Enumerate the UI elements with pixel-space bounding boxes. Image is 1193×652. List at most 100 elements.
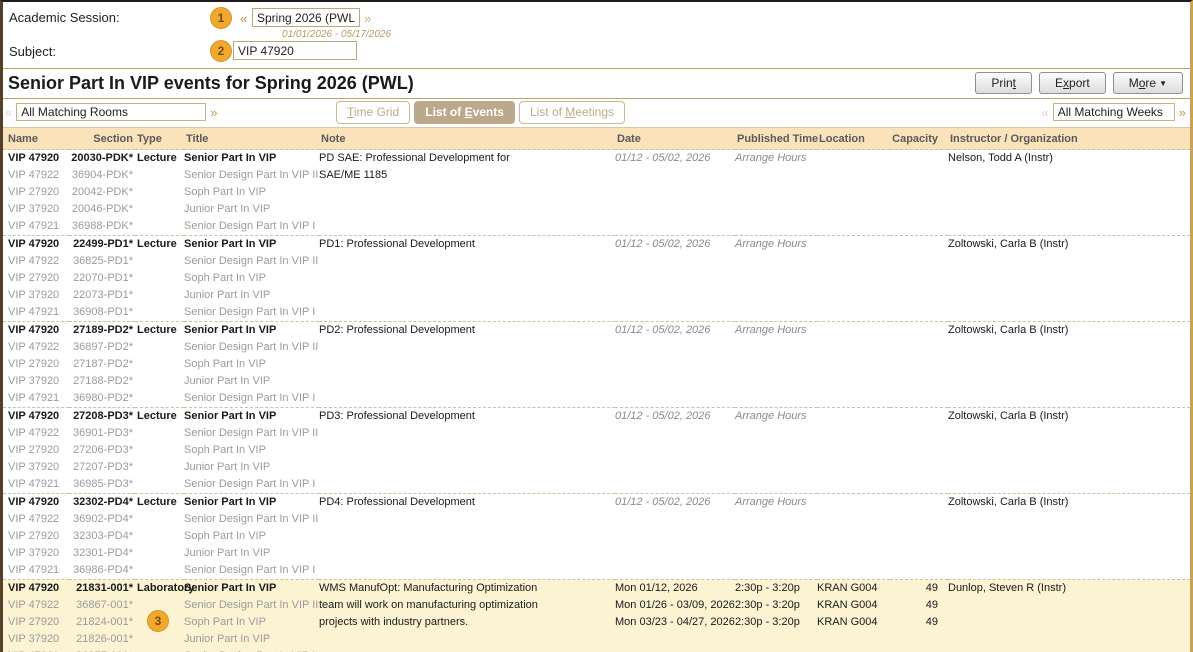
weeks-filter-input[interactable] (1053, 103, 1175, 121)
cell-name: VIP 47921 (3, 218, 69, 236)
event-row[interactable]: VIP 4792020030-PDK*LectureSenior Part In… (3, 150, 1190, 168)
event-row[interactable]: VIP 4792022499-PD1*LectureSenior Part In… (3, 236, 1190, 254)
cell-name: VIP 27920 (3, 614, 69, 631)
cell-section: 21826-001* (69, 631, 135, 648)
cell-title: Junior Part In VIP (184, 545, 319, 562)
cell-date: 01/12 - 05/02, 2026 (615, 236, 735, 322)
note-line: PD SAE: Professional Development for (319, 150, 615, 167)
cell-name: VIP 47921 (3, 562, 69, 580)
session-prev-icon[interactable]: « (240, 11, 247, 26)
cell-note: PD4: Professional Development (319, 494, 615, 580)
cell-published-time: Arrange Hours (735, 236, 817, 322)
event-row[interactable]: VIP 4792032302-PD4*LectureSenior Part In… (3, 494, 1190, 512)
annotation-badge-1: 1 (210, 7, 232, 29)
cell-name: VIP 37920 (3, 287, 69, 304)
cell-section: 20030-PDK* (69, 150, 135, 168)
cell-note: WMS ManufOpt: Manufacturing Optimization… (319, 580, 615, 652)
cell-type (135, 218, 184, 236)
cell-type: Lecture (135, 236, 184, 254)
cell-capacity (890, 494, 948, 580)
cell-section: 36988-PDK* (69, 218, 135, 236)
cell-name: VIP 27920 (3, 442, 69, 459)
export-button[interactable]: Export (1039, 72, 1106, 94)
cell-section: 36908-PD1* (69, 304, 135, 322)
instructor-name: Zoltowski, Carla B (Instr) (948, 408, 1190, 425)
page-title: Senior Part In VIP events for Spring 202… (8, 73, 414, 94)
event-row[interactable]: VIP 4792021831-001*LaboratorySenior Part… (3, 580, 1190, 598)
cell-section: 22499-PD1* (69, 236, 135, 254)
meeting-capacity: 49 (890, 597, 938, 614)
cell-title: Senior Part In VIP (184, 408, 319, 426)
cell-name: VIP 27920 (3, 270, 69, 287)
cell-section: 36904-PDK* (69, 167, 135, 184)
annotation-badge-2: 2 (210, 40, 232, 62)
weeks-prev-icon[interactable]: « (1042, 105, 1049, 120)
cell-date: 01/12 - 05/02, 2026 (615, 408, 735, 494)
session-input[interactable] (252, 8, 360, 27)
rooms-prev-icon[interactable]: « (5, 105, 12, 120)
cell-title: Senior Part In VIP (184, 236, 319, 254)
rooms-next-icon[interactable]: » (210, 105, 217, 120)
annotation-badge-3: 3 (147, 610, 169, 632)
meeting-date: 01/12 - 05/02, 2026 (615, 236, 735, 253)
session-subject-panel: Academic Session: « » 01/01/2026 - 05/17… (3, 2, 1190, 69)
note-line: WMS ManufOpt: Manufacturing Optimization (319, 580, 615, 597)
meeting-date: 01/12 - 05/02, 2026 (615, 494, 735, 511)
cell-type (135, 528, 184, 545)
cell-type (135, 356, 184, 373)
cell-type: Laboratory (135, 580, 184, 598)
meeting-date: 01/12 - 05/02, 2026 (615, 150, 735, 167)
session-next-icon[interactable]: » (364, 11, 371, 26)
weeks-next-icon[interactable]: » (1179, 105, 1186, 120)
instructor-name: Nelson, Todd A (Instr) (948, 150, 1190, 167)
col-header-instructor: Instructor / Organization (948, 128, 1190, 150)
cell-title: Junior Part In VIP (184, 631, 319, 648)
cell-name: VIP 47922 (3, 339, 69, 356)
cell-title: Senior Design Part In VIP I (184, 390, 319, 408)
cell-type (135, 425, 184, 442)
cell-name: VIP 37920 (3, 631, 69, 648)
cell-title: Senior Design Part In VIP II (184, 339, 319, 356)
tab-time-grid[interactable]: Time Grid (336, 101, 410, 124)
cell-section: 36985-PD3* (69, 476, 135, 494)
col-header-type: Type (135, 128, 184, 150)
cell-title: Soph Part In VIP (184, 356, 319, 373)
tab-list-of-meetings[interactable]: List of Meetings (519, 101, 625, 124)
more-button[interactable]: More▼ (1113, 72, 1183, 94)
cell-type: Lecture (135, 408, 184, 426)
cell-name: VIP 47922 (3, 597, 69, 614)
cell-title: Senior Design Part In VIP I (184, 218, 319, 236)
rooms-filter-input[interactable] (16, 103, 206, 121)
meeting-date: Mon 01/26 - 03/09, 2026 (615, 597, 735, 614)
cell-instructor: Zoltowski, Carla B (Instr) (948, 322, 1190, 408)
event-row[interactable]: VIP 4792027189-PD2*LectureSenior Part In… (3, 322, 1190, 340)
cell-title: Senior Design Part In VIP II (184, 167, 319, 184)
filter-bar: « » Time Grid List of Events List of Mee… (3, 99, 1190, 127)
event-group: VIP 4792020030-PDK*LectureSenior Part In… (3, 150, 1190, 236)
note-line: projects with industry partners. (319, 614, 615, 631)
meeting-time: Arrange Hours (735, 236, 817, 253)
cell-section: 36955-001* (69, 648, 135, 652)
cell-section: 32303-PD4* (69, 528, 135, 545)
cell-name: VIP 27920 (3, 528, 69, 545)
cell-name: VIP 47921 (3, 476, 69, 494)
cell-title: Senior Design Part In VIP I (184, 648, 319, 652)
meeting-time: Arrange Hours (735, 408, 817, 425)
cell-section: 20046-PDK* (69, 201, 135, 218)
cell-name: VIP 27920 (3, 356, 69, 373)
cell-name: VIP 47921 (3, 390, 69, 408)
cell-type (135, 373, 184, 390)
cell-title: Senior Part In VIP (184, 322, 319, 340)
subject-input[interactable] (233, 41, 357, 60)
col-header-date: Date (615, 128, 735, 150)
cell-capacity (890, 150, 948, 236)
tab-list-of-events[interactable]: List of Events (414, 101, 515, 124)
cell-name: VIP 37920 (3, 545, 69, 562)
cell-type (135, 476, 184, 494)
cell-section: 36980-PD2* (69, 390, 135, 408)
cell-name: VIP 47921 (3, 648, 69, 652)
event-row[interactable]: VIP 4792027208-PD3*LectureSenior Part In… (3, 408, 1190, 426)
cell-title: Soph Part In VIP (184, 184, 319, 201)
meeting-time: Arrange Hours (735, 322, 817, 339)
print-button[interactable]: Print (975, 72, 1032, 94)
